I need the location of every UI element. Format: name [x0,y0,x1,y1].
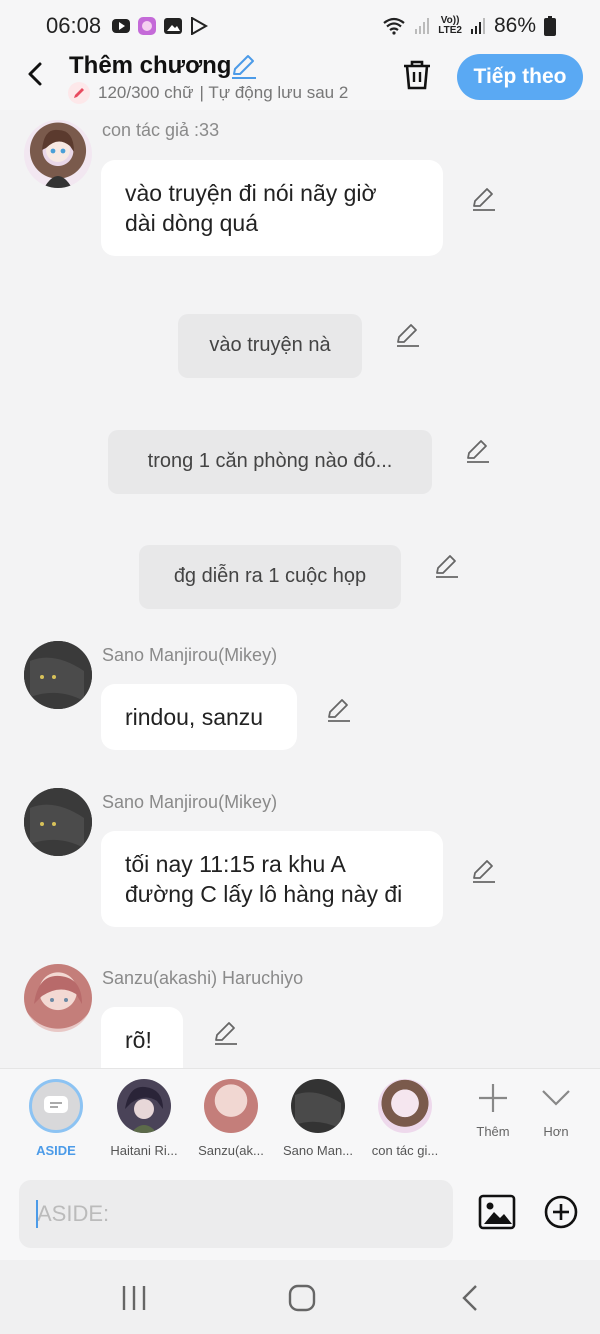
editor-header: Thêm chương 120/300 chữ | Tự động lưu sa… [0,52,600,110]
edit-pencil-icon[interactable] [434,553,460,579]
status-bar: 06:08 Vo)) LTE2 86% [0,0,600,52]
image-icon[interactable] [478,1194,516,1230]
message-line: rõ! [125,1027,152,1053]
character-label: Sano Man... [282,1143,354,1158]
lte-indicator: Vo)) LTE2 [438,15,462,36]
avatar [378,1079,432,1133]
save-status-line: 120/300 chữ | Tự động lưu sau 2 [68,82,378,104]
edit-pencil-icon[interactable] [471,186,497,212]
text-caret [36,1200,38,1228]
message-bubble[interactable]: vào truyện đi nói nãy giờ dài dòng quá [101,160,443,256]
message-line: rindou, sanzu [125,704,264,730]
notification-icons [111,17,209,35]
character-name: con tác giả :33 [102,120,220,140]
battery-icon [544,16,556,36]
avatar [291,1079,345,1133]
battery-percent: 86% [493,14,536,37]
more-label: Hơn [543,1124,569,1139]
character-aside[interactable]: ASIDE [13,1079,99,1158]
plus-icon [479,1084,507,1112]
aside-bubble[interactable]: đg diễn ra 1 cuộc họp [139,545,401,609]
add-circle-icon[interactable] [543,1194,579,1230]
character-label: Haitani Ri... [110,1143,178,1158]
character-name: Sano Manjirou(Mikey) [102,645,278,665]
avatar [204,1079,258,1133]
trash-icon[interactable] [400,58,434,92]
page-title: Thêm chương [69,52,232,79]
character-author[interactable]: con tác gi... [362,1079,448,1158]
message-line: dài dòng quá [125,210,259,236]
avatar[interactable] [24,120,92,188]
gallery-icon [164,18,183,34]
edit-pencil-icon[interactable] [213,1020,239,1046]
avatar[interactable] [24,964,92,1032]
add-label: Thêm [476,1124,510,1139]
edit-pencil-icon[interactable] [326,697,352,723]
edit-pencil-icon[interactable] [465,438,491,464]
avatar[interactable] [24,788,92,856]
message-bubble[interactable]: rõ! [101,1007,183,1068]
chat-bubble-icon [44,1096,68,1113]
back-arrow-icon[interactable] [20,58,52,90]
character-selector: ASIDE Haitani Ri... Sanzu(ak... Sano Man… [0,1068,600,1170]
character-sanzu[interactable]: Sanzu(ak... [188,1079,274,1158]
signal-icon-2 [470,18,485,34]
pencil-icon [68,82,90,104]
home-icon[interactable] [282,1282,322,1314]
message-bubble[interactable]: tối nay 11:15 ra khu A đường C lấy lô hà… [101,831,443,927]
composer [0,1170,600,1260]
character-label: con tác gi... [371,1143,439,1158]
aside-avatar [29,1079,83,1133]
character-label: Sanzu(ak... [198,1143,264,1158]
play-store-icon [191,17,209,35]
chat-area[interactable]: con tác giả :33 vào truyện đi nói nãy gi… [0,110,600,1068]
signal-icon [415,18,430,34]
character-name: Sanzu(akashi) Haruchiyo [102,968,304,988]
message-bubble[interactable]: rindou, sanzu [101,684,297,750]
status-right: Vo)) LTE2 86% [382,14,556,38]
recents-icon[interactable] [114,1282,154,1314]
character-haitani[interactable]: Haitani Ri... [101,1079,187,1158]
chevron-down-icon [542,1090,570,1106]
more-characters-button[interactable]: Hơn [526,1081,586,1139]
status-time: 06:08 [46,13,102,38]
add-character-button[interactable]: Thêm [463,1081,523,1139]
word-count: 120/300 chữ [98,83,194,102]
avatar[interactable] [24,641,92,709]
back-nav-icon[interactable] [450,1282,490,1314]
edit-pencil-icon[interactable] [395,322,421,348]
message-line: tối nay 11:15 ra khu A [125,851,346,877]
character-sano[interactable]: Sano Man... [275,1079,361,1158]
edit-pencil-icon[interactable] [471,858,497,884]
avatar [117,1079,171,1133]
character-label: ASIDE [36,1143,76,1158]
aside-bubble[interactable]: trong 1 căn phòng nào đó... [108,430,432,494]
youtube-icon [112,19,131,33]
message-line: đường C lấy lô hàng này đi [125,881,403,907]
aside-bubble[interactable]: vào truyện nà [178,314,362,378]
system-nav-bar [0,1260,600,1334]
next-button[interactable]: Tiếp theo [457,54,583,100]
autosave-text: | Tự động lưu sau 2 [199,83,349,102]
character-name: Sano Manjirou(Mikey) [102,792,278,812]
app-badge-icon [138,17,157,35]
message-line: vào truyện đi nói nãy giờ [125,180,377,206]
message-input[interactable] [19,1180,453,1248]
wifi-icon [383,17,405,35]
edit-title-pencil-icon[interactable] [230,52,258,80]
